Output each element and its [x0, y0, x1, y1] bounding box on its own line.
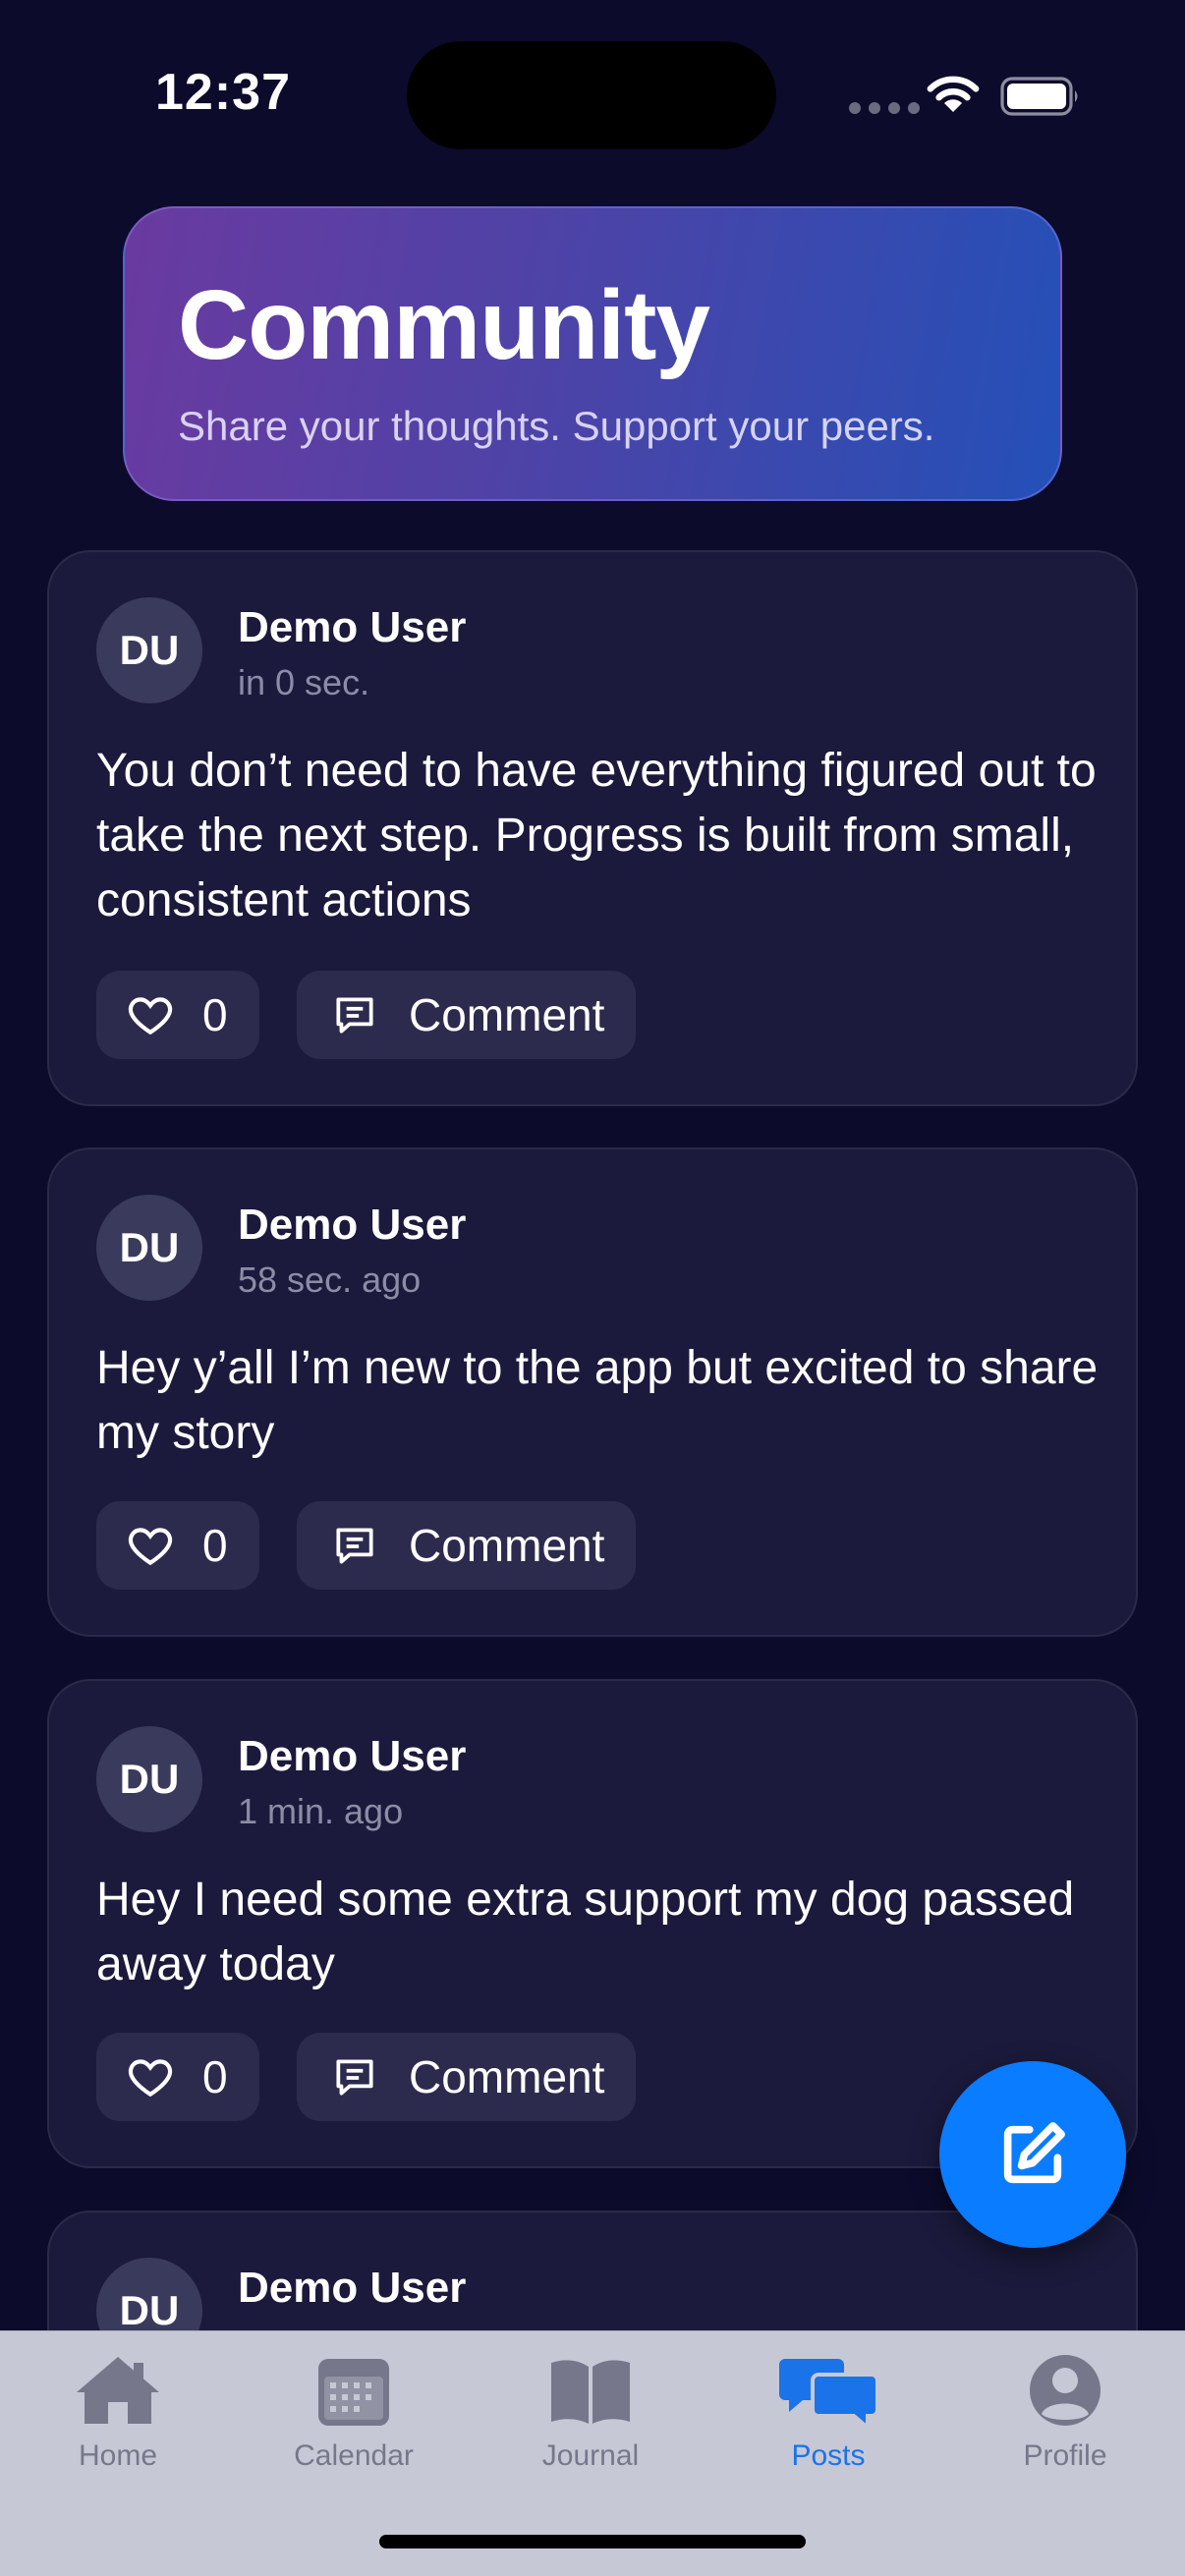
avatar[interactable]: DU	[96, 1195, 202, 1301]
comment-button[interactable]: Comment	[297, 971, 636, 1059]
cellular-signal-icon	[849, 102, 920, 114]
comment-label: Comment	[409, 989, 605, 1040]
compose-icon	[1003, 2122, 1065, 2184]
post-author[interactable]: Demo User	[238, 1201, 466, 1250]
person-icon	[1030, 2355, 1100, 2426]
post-body: You don’t need to have everything figure…	[96, 745, 1097, 926]
status-time: 12:37	[155, 64, 291, 121]
like-button[interactable]: 0	[96, 971, 259, 1059]
compose-button[interactable]	[939, 2061, 1126, 2248]
like-count: 0	[202, 2051, 228, 2102]
chat-bubbles-icon	[779, 2359, 877, 2430]
house-icon	[77, 2357, 159, 2424]
post-body: Hey y’all I’m new to the app but excited…	[96, 1342, 1099, 1459]
comment-button[interactable]: Comment	[297, 1501, 636, 1590]
post-card[interactable]: DU Demo User 58 sec. ago Hey y’all I’m n…	[47, 1148, 1138, 1637]
post-actions: 0 Comment	[96, 971, 636, 1059]
tab-label: Profile	[1023, 2439, 1107, 2472]
wifi-icon	[927, 76, 980, 112]
book-icon	[551, 2360, 630, 2424]
post-timestamp: 58 sec. ago	[238, 1260, 422, 1300]
post-feed[interactable]: Community Share your thoughts. Support y…	[0, 0, 1185, 2330]
comment-icon	[336, 1528, 373, 1564]
page-subtitle: Share your thoughts. Support your peers.	[178, 403, 935, 449]
calendar-icon	[318, 2359, 389, 2426]
comment-icon	[336, 2059, 373, 2096]
post-actions: 0 Comment	[96, 1501, 636, 1590]
home-indicator[interactable]	[379, 2535, 806, 2548]
heart-icon	[128, 997, 173, 1036]
post-actions: 0 Comment	[96, 2033, 636, 2121]
battery-icon	[1000, 77, 1078, 116]
avatar[interactable]: DU	[96, 2258, 202, 2330]
like-count: 0	[202, 989, 228, 1040]
post-author[interactable]: Demo User	[238, 2264, 466, 2313]
community-screen: Community Share your thoughts. Support y…	[0, 0, 1185, 2576]
tab-calendar[interactable]: Calendar	[246, 2331, 462, 2498]
page-title: Community	[178, 270, 710, 380]
tab-label: Home	[78, 2439, 158, 2472]
like-button[interactable]: 0	[96, 2033, 259, 2121]
post-author[interactable]: Demo User	[238, 603, 466, 652]
avatar[interactable]: DU	[96, 597, 202, 703]
post-author[interactable]: Demo User	[238, 1732, 466, 1781]
like-count: 0	[202, 1520, 228, 1571]
community-header: Community Share your thoughts. Support y…	[123, 206, 1062, 501]
post-body: Hey I need some extra support my dog pas…	[96, 1874, 1075, 1990]
comment-label: Comment	[409, 2051, 605, 2102]
post-card[interactable]: DU Demo User in 0 sec. You don’t need to…	[47, 550, 1138, 1106]
comment-button[interactable]: Comment	[297, 2033, 636, 2121]
tab-posts[interactable]: Posts	[720, 2331, 936, 2498]
comment-label: Comment	[409, 1520, 605, 1571]
avatar[interactable]: DU	[96, 1726, 202, 1832]
dynamic-island	[407, 41, 776, 149]
tab-journal[interactable]: Journal	[482, 2331, 699, 2498]
status-bar: 12:37	[0, 0, 1185, 196]
heart-icon	[128, 1528, 173, 1566]
comment-icon	[336, 997, 373, 1034]
post-timestamp: 1 min. ago	[238, 1791, 404, 1831]
tab-profile[interactable]: Profile	[957, 2331, 1173, 2498]
tab-label: Journal	[541, 2439, 640, 2472]
post-timestamp: in 0 sec.	[238, 662, 370, 702]
heart-icon	[128, 2059, 173, 2098]
tab-home[interactable]: Home	[10, 2331, 226, 2498]
post-card[interactable]: DU Demo User	[47, 2211, 1138, 2330]
like-button[interactable]: 0	[96, 1501, 259, 1590]
tab-label: Calendar	[294, 2439, 414, 2472]
tab-label: Posts	[791, 2439, 866, 2472]
